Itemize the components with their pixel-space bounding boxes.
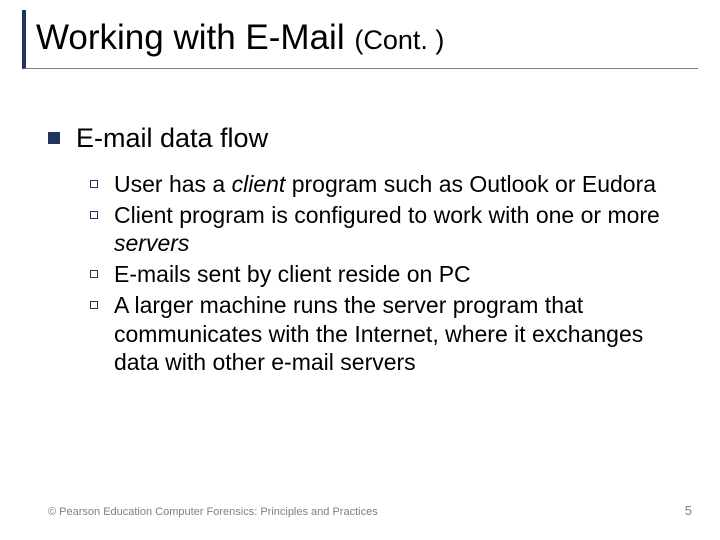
text-pre: User has a	[114, 171, 232, 197]
list-item: E-mails sent by client reside on PC	[90, 260, 678, 289]
hollow-square-icon	[90, 301, 98, 309]
list-item-text: A larger machine runs the server program…	[114, 291, 678, 377]
list-item: User has a client program such as Outloo…	[90, 170, 678, 199]
text-post: program such as Outlook or Eudora	[285, 171, 656, 197]
text-pre: Client program is configured to work wit…	[114, 202, 660, 228]
list-item: A larger machine runs the server program…	[90, 291, 678, 377]
hollow-square-icon	[90, 180, 98, 188]
footer-copyright: © Pearson Education Computer Forensics: …	[48, 506, 378, 518]
list-item-text: Client program is configured to work wit…	[114, 201, 678, 259]
text-em: client	[232, 171, 286, 197]
slide-body: E-mail data flow User has a client progr…	[48, 122, 678, 379]
slide-title-main: Working with E-Mail	[36, 18, 354, 57]
text-pre: E-mails sent by client reside on PC	[114, 261, 471, 287]
square-bullet-icon	[48, 132, 60, 144]
page-number: 5	[685, 503, 692, 518]
title-block: Working with E-Mail (Cont. )	[22, 10, 698, 69]
subitems: User has a client program such as Outloo…	[90, 170, 678, 377]
hollow-square-icon	[90, 270, 98, 278]
list-item: Client program is configured to work wit…	[90, 201, 678, 259]
slide: Working with E-Mail (Cont. ) E-mail data…	[0, 0, 720, 540]
list-item-text: E-mails sent by client reside on PC	[114, 260, 471, 289]
heading-text: E-mail data flow	[76, 122, 268, 156]
text-em: servers	[114, 230, 189, 256]
bullet-level1: E-mail data flow	[48, 122, 678, 156]
text-pre: A larger machine runs the server program…	[114, 292, 643, 376]
slide-title-cont: (Cont. )	[354, 25, 444, 55]
hollow-square-icon	[90, 211, 98, 219]
list-item-text: User has a client program such as Outloo…	[114, 170, 656, 199]
